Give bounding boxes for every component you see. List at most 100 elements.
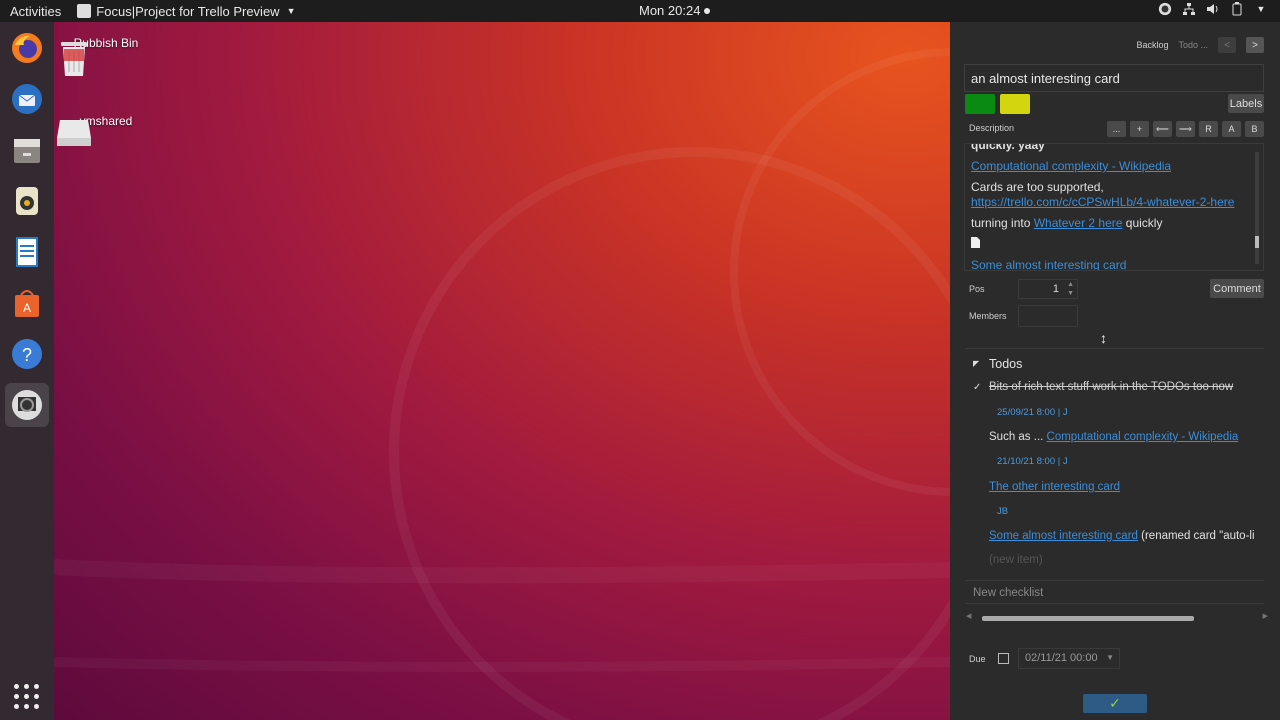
due-label: Due [969,654,986,664]
document-icon [971,237,1245,252]
battery-icon[interactable] [1230,2,1244,16]
todo-item[interactable]: Some almost interesting card (renamed ca… [989,530,1255,542]
labels-button[interactable]: Labels [1228,94,1264,113]
clock-label: Mon 20:24 [639,3,701,18]
chevron-down-icon[interactable]: ▼ [1106,653,1114,662]
wallpaper-pattern [54,48,950,720]
todo-text: (renamed card "auto-li [1137,530,1255,542]
todo-meta[interactable]: 25/09/21 8:00 | J [997,407,1068,418]
toolbar-outdent-button[interactable]: ⟸ [1153,121,1172,137]
files-icon [14,139,40,163]
desktop-icon-vmshared[interactable]: vmshared [54,114,158,146]
card-title-input[interactable]: an almost interesting card [964,64,1264,92]
thunderbird-icon [12,84,42,114]
system-menu-caret-icon[interactable]: ▼ [1254,2,1268,16]
svg-text:A: A [23,301,31,315]
description-scrollbar[interactable] [1255,152,1259,264]
desktop-icon-rubbish-bin[interactable]: Rubbish Bin [54,36,158,76]
nav-todo[interactable]: Todo ... [1178,40,1208,50]
dock-files[interactable] [5,128,49,172]
todo-meta[interactable]: 21/10/21 8:00 | J [997,456,1068,467]
label-green[interactable] [965,94,995,114]
todo-item[interactable]: Such as ... Computational complexity - W… [989,431,1238,443]
dock-rhythmbox[interactable] [5,179,49,223]
dock-thunderbird[interactable] [5,77,49,121]
toolbar-a-button[interactable]: A [1222,121,1241,137]
checkmark-icon[interactable]: ✓ [973,382,981,393]
horizontal-scrollbar[interactable]: ◀ ▶ [966,613,1268,622]
new-checklist-input[interactable]: New checklist [965,580,1264,604]
description-text: Cards are too supported, [971,180,1104,194]
due-date-field[interactable]: 02/11/21 00:00 ▼ [1018,648,1120,669]
description-link-whatever[interactable]: Whatever 2 here [1034,216,1123,230]
members-field[interactable] [1018,305,1078,327]
nav-next-button[interactable]: > [1246,37,1264,53]
dock-focus-project[interactable] [5,383,49,427]
description-toolbar: ... + ⟸ ⟹ R A B [1107,121,1264,137]
description-link-card[interactable]: Some almost interesting card [971,258,1126,270]
todo-item[interactable]: The other interesting card [989,481,1120,493]
todo-link[interactable]: Computational complexity - Wikipedia [1047,431,1239,443]
description-text: turning into [971,216,1034,230]
description-editor[interactable]: quickly. yaay Computational complexity -… [964,143,1264,271]
notification-dot-icon [704,7,711,14]
help-icon: ? [12,339,42,369]
members-label: Members [969,311,1007,321]
profile-icon[interactable] [1158,2,1172,16]
dock-help[interactable]: ? [5,332,49,376]
label-yellow[interactable] [1000,94,1030,114]
focus-project-icon [12,390,42,420]
description-link-trello[interactable]: https://trello.com/c/cCPSwHLb/4-whatever… [971,195,1234,209]
new-todo-item[interactable]: (new item) [989,554,1043,566]
toolbar-r-button[interactable]: R [1199,121,1218,137]
dock-writer[interactable] [5,230,49,274]
app-menu-label: Focus|Project for Trello Preview [96,3,280,19]
todos-checklist: ◤ Todos ✓ Bits of rich text stuff work i… [965,348,1264,575]
rubbish-bin-icon [61,42,87,76]
clock[interactable]: Mon 20:24 [639,3,711,18]
toolbar-indent-button[interactable]: ⟹ [1176,121,1195,137]
app-menu[interactable]: Focus|Project for Trello Preview ▼ [77,3,296,19]
description-cut-line: quickly. yaay [971,143,1045,152]
activities-button[interactable]: Activities [10,4,61,19]
network-icon[interactable] [1182,2,1196,16]
pos-label: Pos [969,284,985,294]
rhythmbox-icon [16,187,38,215]
dock-firefox[interactable] [5,26,49,70]
description-label: Description [969,123,1015,133]
toolbar-more-button[interactable]: ... [1107,121,1126,137]
toolbar-add-button[interactable]: + [1130,121,1149,137]
todo-link[interactable]: The other interesting card [989,481,1120,493]
todo-text: Such as ... [989,431,1047,443]
todo-meta[interactable]: JB [997,506,1008,517]
confirm-button[interactable]: ✓ [1083,694,1147,713]
pos-spinbox[interactable]: 1 ▲ ▼ [1018,279,1078,299]
due-checkbox[interactable] [998,653,1009,664]
toolbar-b-button[interactable]: B [1245,121,1264,137]
dock-software[interactable]: A [5,281,49,325]
volume-icon[interactable] [1206,2,1220,16]
scroll-right-icon[interactable]: ▶ [1263,612,1268,620]
desktop: Rubbish Bin vmshared [54,22,950,720]
todo-item[interactable]: Bits of rich text stuff work in the TODO… [989,381,1233,393]
dock: A ? [0,22,54,720]
svg-text:?: ? [22,345,32,365]
card-panel: Backlog Todo ... < > an almost interesti… [950,22,1280,720]
scroll-left-icon[interactable]: ◀ [966,612,971,620]
writer-icon [16,237,38,267]
spin-arrows-icon[interactable]: ▲ ▼ [1067,280,1074,298]
app-icon [77,4,92,18]
nav-prev-button[interactable]: < [1218,37,1236,53]
show-apps-grid-icon[interactable] [14,684,40,710]
collapse-icon[interactable]: ◤ [973,359,979,368]
comment-button[interactable]: Comment [1210,279,1264,298]
pos-value: 1 [1052,283,1059,295]
nav-backlog[interactable]: Backlog [1136,40,1168,50]
description-link-wikipedia[interactable]: Computational complexity - Wikipedia [971,159,1171,173]
software-icon: A [15,290,39,317]
resize-cursor-icon: ↕ [1100,330,1107,346]
todo-link[interactable]: Some almost interesting card [989,530,1138,542]
checklist-title[interactable]: Todos [989,357,1022,371]
firefox-icon [12,33,42,63]
system-tray[interactable]: ▼ [1158,2,1268,16]
